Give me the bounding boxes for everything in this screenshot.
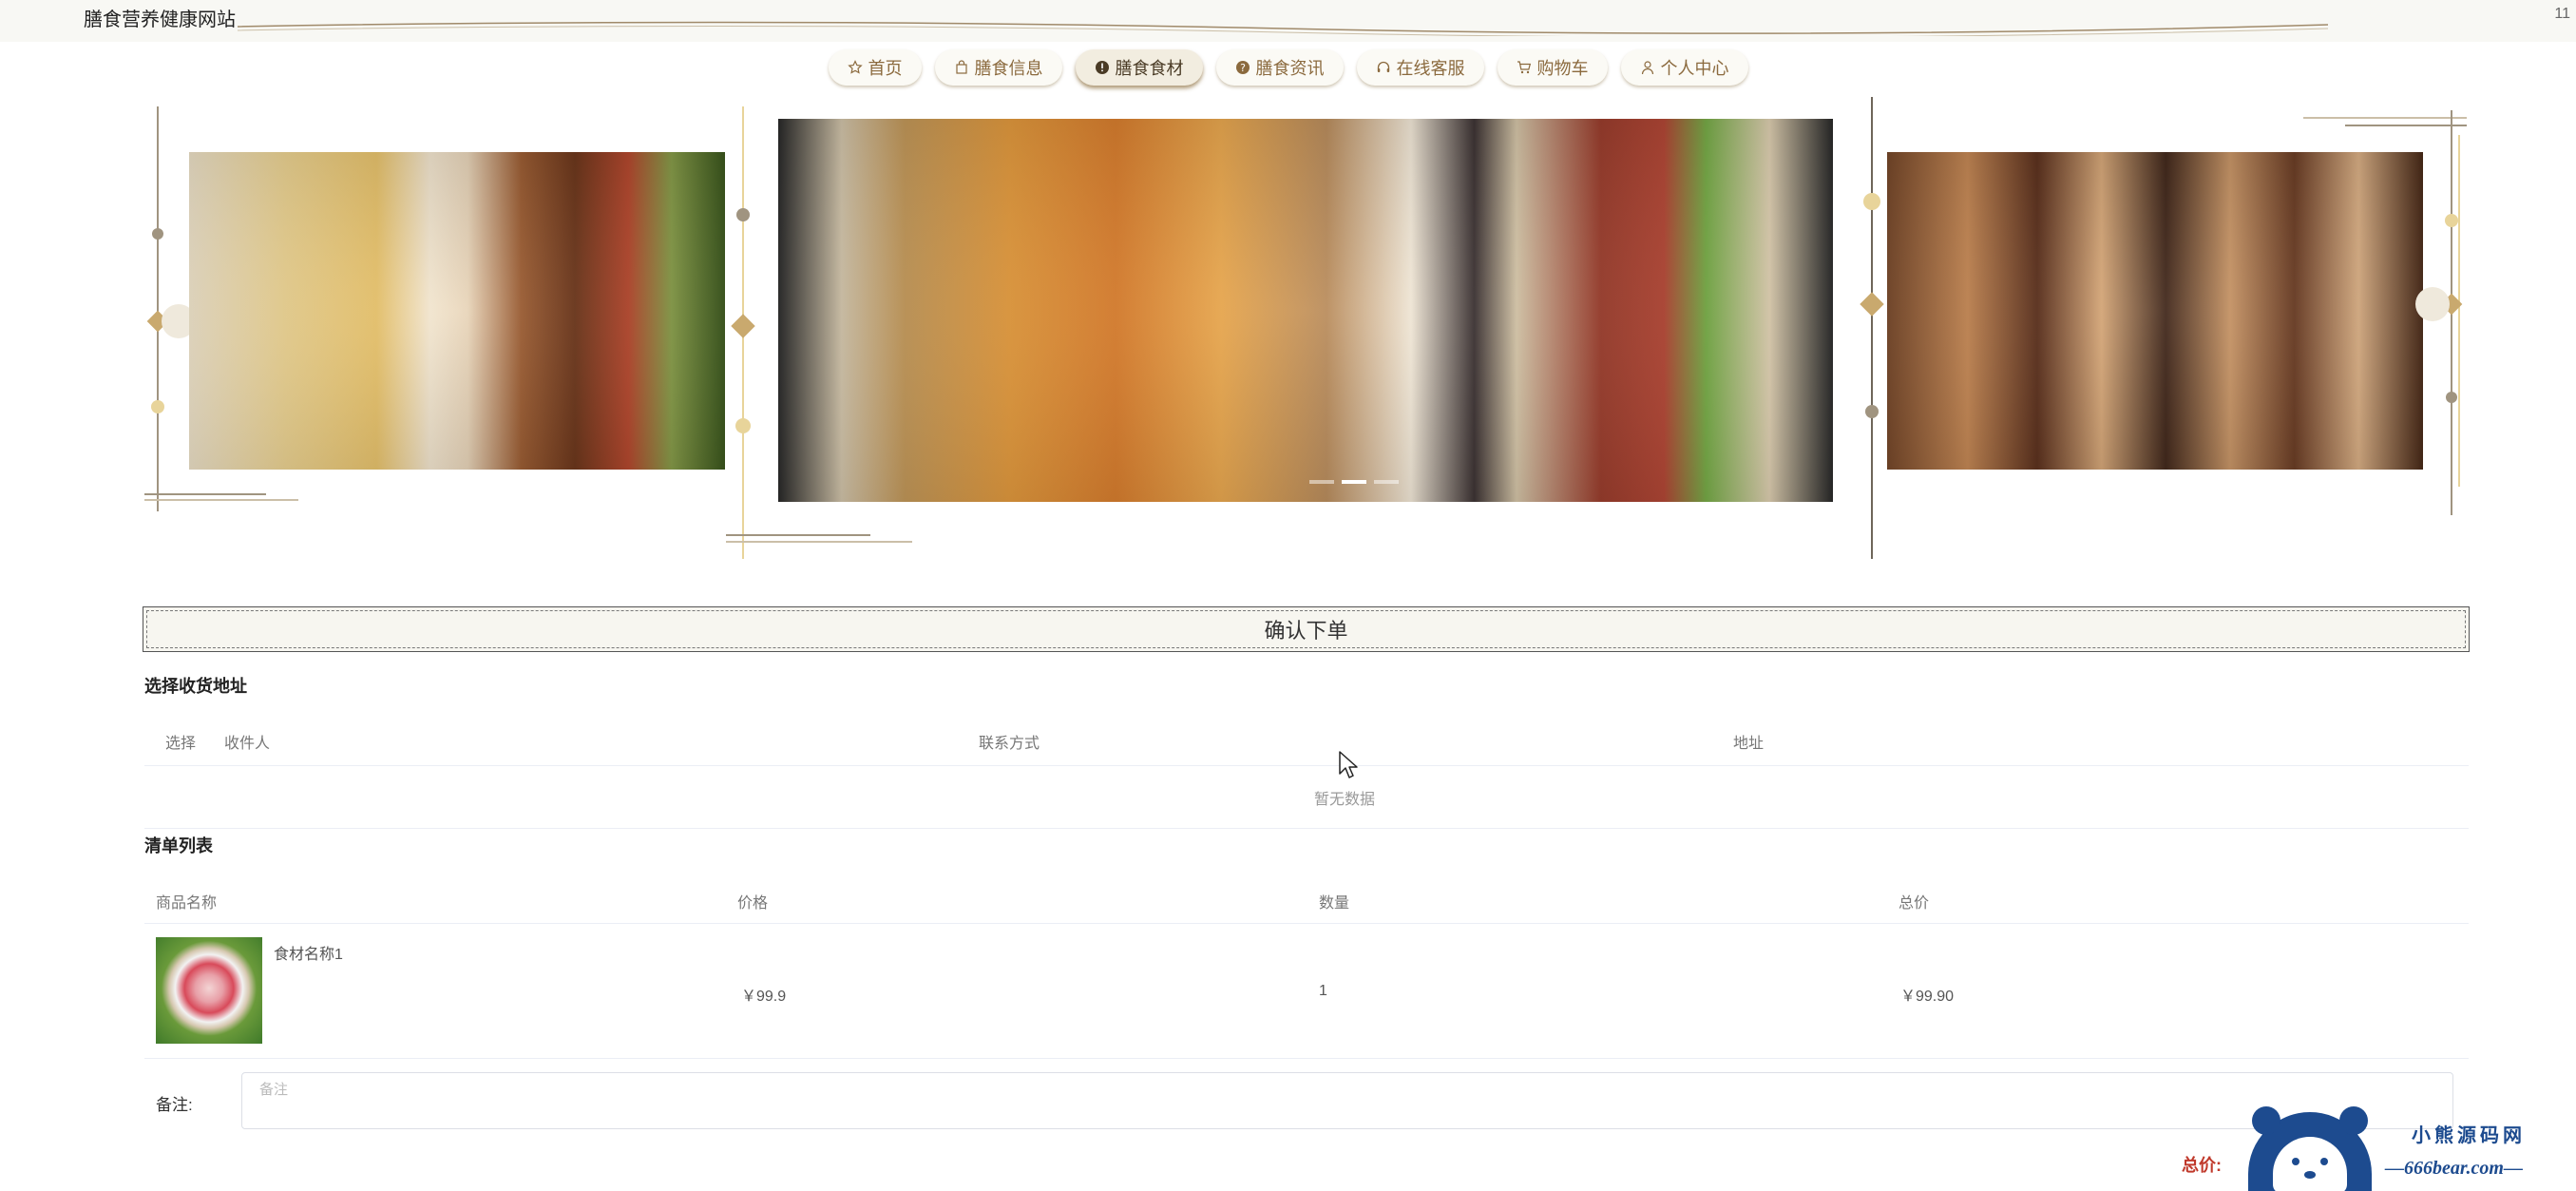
product-thumbnail[interactable]: [156, 937, 262, 1044]
order-items-header: 商品名称 价格 数量 总价: [144, 874, 2469, 924]
nav-item-home[interactable]: 首页: [828, 49, 922, 86]
carousel-indicators: [1309, 480, 1399, 484]
banner-carousel[interactable]: [0, 95, 2576, 570]
column-header-contact: 联系方式: [979, 736, 1040, 752]
nav-item-label: 购物车: [1536, 59, 1589, 78]
nav-item-support[interactable]: 在线客服: [1356, 49, 1484, 86]
nav-item-label: 在线客服: [1396, 59, 1465, 78]
column-header-product: 商品名称: [156, 895, 218, 912]
product-total: ￥99.90: [1900, 989, 1955, 1005]
watermark-title: 小熊源码网: [2412, 1125, 2526, 1146]
list-section-title: 清单列表: [144, 836, 213, 855]
nav-item-diet-info[interactable]: 膳食信息: [934, 49, 1062, 86]
remark-label: 备注:: [156, 1096, 193, 1114]
nav-item-label: 首页: [868, 59, 903, 78]
nav-item-label: 膳食资讯: [1255, 59, 1325, 78]
carousel-dot-active[interactable]: [1342, 480, 1366, 484]
site-title: 膳食营养健康网站: [84, 10, 236, 30]
nav-item-ingredients[interactable]: 膳食食材: [1075, 49, 1203, 86]
cart-icon: [1517, 60, 1532, 75]
empty-text: 暂无数据: [1313, 791, 1375, 808]
nav-item-label: 膳食食材: [1115, 59, 1184, 78]
column-header-price: 价格: [737, 895, 769, 912]
confirm-order-header: 确认下单: [143, 606, 2470, 652]
svg-text:?: ?: [1240, 62, 1246, 74]
remark-field-row: 备注:: [144, 1072, 2469, 1131]
page: 膳食营养健康网站 11 首页 膳食信息 膳食食材 ? 膳食资讯 在线客服 购物车…: [0, 0, 2576, 1191]
headset-icon: [1376, 60, 1391, 75]
decorative-wave: [238, 21, 2329, 36]
total-price-label: 总价:: [2182, 1156, 2222, 1175]
corner-number: 11: [2554, 6, 2570, 22]
column-header-select: 选择: [165, 736, 197, 752]
product-price: ￥99.9: [741, 989, 787, 1005]
column-header-quantity: 数量: [1319, 895, 1350, 912]
order-items-table: 商品名称 价格 数量 总价 食材名称1 ￥99.9 1 ￥99.90: [144, 874, 2469, 1059]
product-quantity: 1: [1319, 983, 1327, 999]
nav-item-cart[interactable]: 购物车: [1497, 49, 1608, 86]
nav-item-label: 个人中心: [1660, 59, 1729, 78]
carousel-slide-prev[interactable]: [189, 152, 725, 470]
watermark-logo: 小熊源码网 —666bear.com—: [2242, 1103, 2576, 1191]
address-empty-state: 暂无数据: [144, 766, 2469, 829]
nav-item-label: 膳食信息: [974, 59, 1043, 78]
address-section-title: 选择收货地址: [144, 677, 247, 696]
bear-logo-icon: [2248, 1106, 2372, 1191]
carousel-dot[interactable]: [1309, 480, 1334, 484]
confirm-order-title: 确认下单: [1264, 619, 1348, 643]
address-table-header: 选择 收件人 联系方式 地址: [144, 715, 2469, 766]
column-header-total: 总价: [1899, 895, 1930, 912]
column-header-recipient: 收件人: [224, 736, 271, 752]
info-icon: [1095, 60, 1110, 75]
remark-input[interactable]: [241, 1072, 2453, 1129]
carousel-slide-current[interactable]: [778, 119, 1833, 502]
table-row: 食材名称1 ￥99.9 1 ￥99.90: [144, 924, 2469, 1059]
watermark-url: —666bear.com—: [2385, 1158, 2523, 1179]
address-table: 选择 收件人 联系方式 地址 暂无数据: [144, 715, 2469, 829]
mouse-cursor-icon: [1339, 751, 1358, 778]
star-icon: [847, 60, 863, 75]
question-icon: ?: [1235, 60, 1250, 75]
user-icon: [1640, 60, 1655, 75]
nav-item-profile[interactable]: 个人中心: [1620, 49, 1748, 86]
nav-item-news[interactable]: ? 膳食资讯: [1215, 49, 1344, 86]
bag-icon: [954, 60, 969, 75]
column-header-address: 地址: [1733, 736, 1765, 752]
main-nav: 首页 膳食信息 膳食食材 ? 膳食资讯 在线客服 购物车 个人中心: [0, 49, 2576, 87]
product-name: 食材名称1: [274, 947, 343, 963]
frame-decoration-far-right: [2303, 110, 2467, 515]
top-bar: 膳食营养健康网站 11: [0, 0, 2576, 42]
carousel-dot[interactable]: [1374, 480, 1399, 484]
